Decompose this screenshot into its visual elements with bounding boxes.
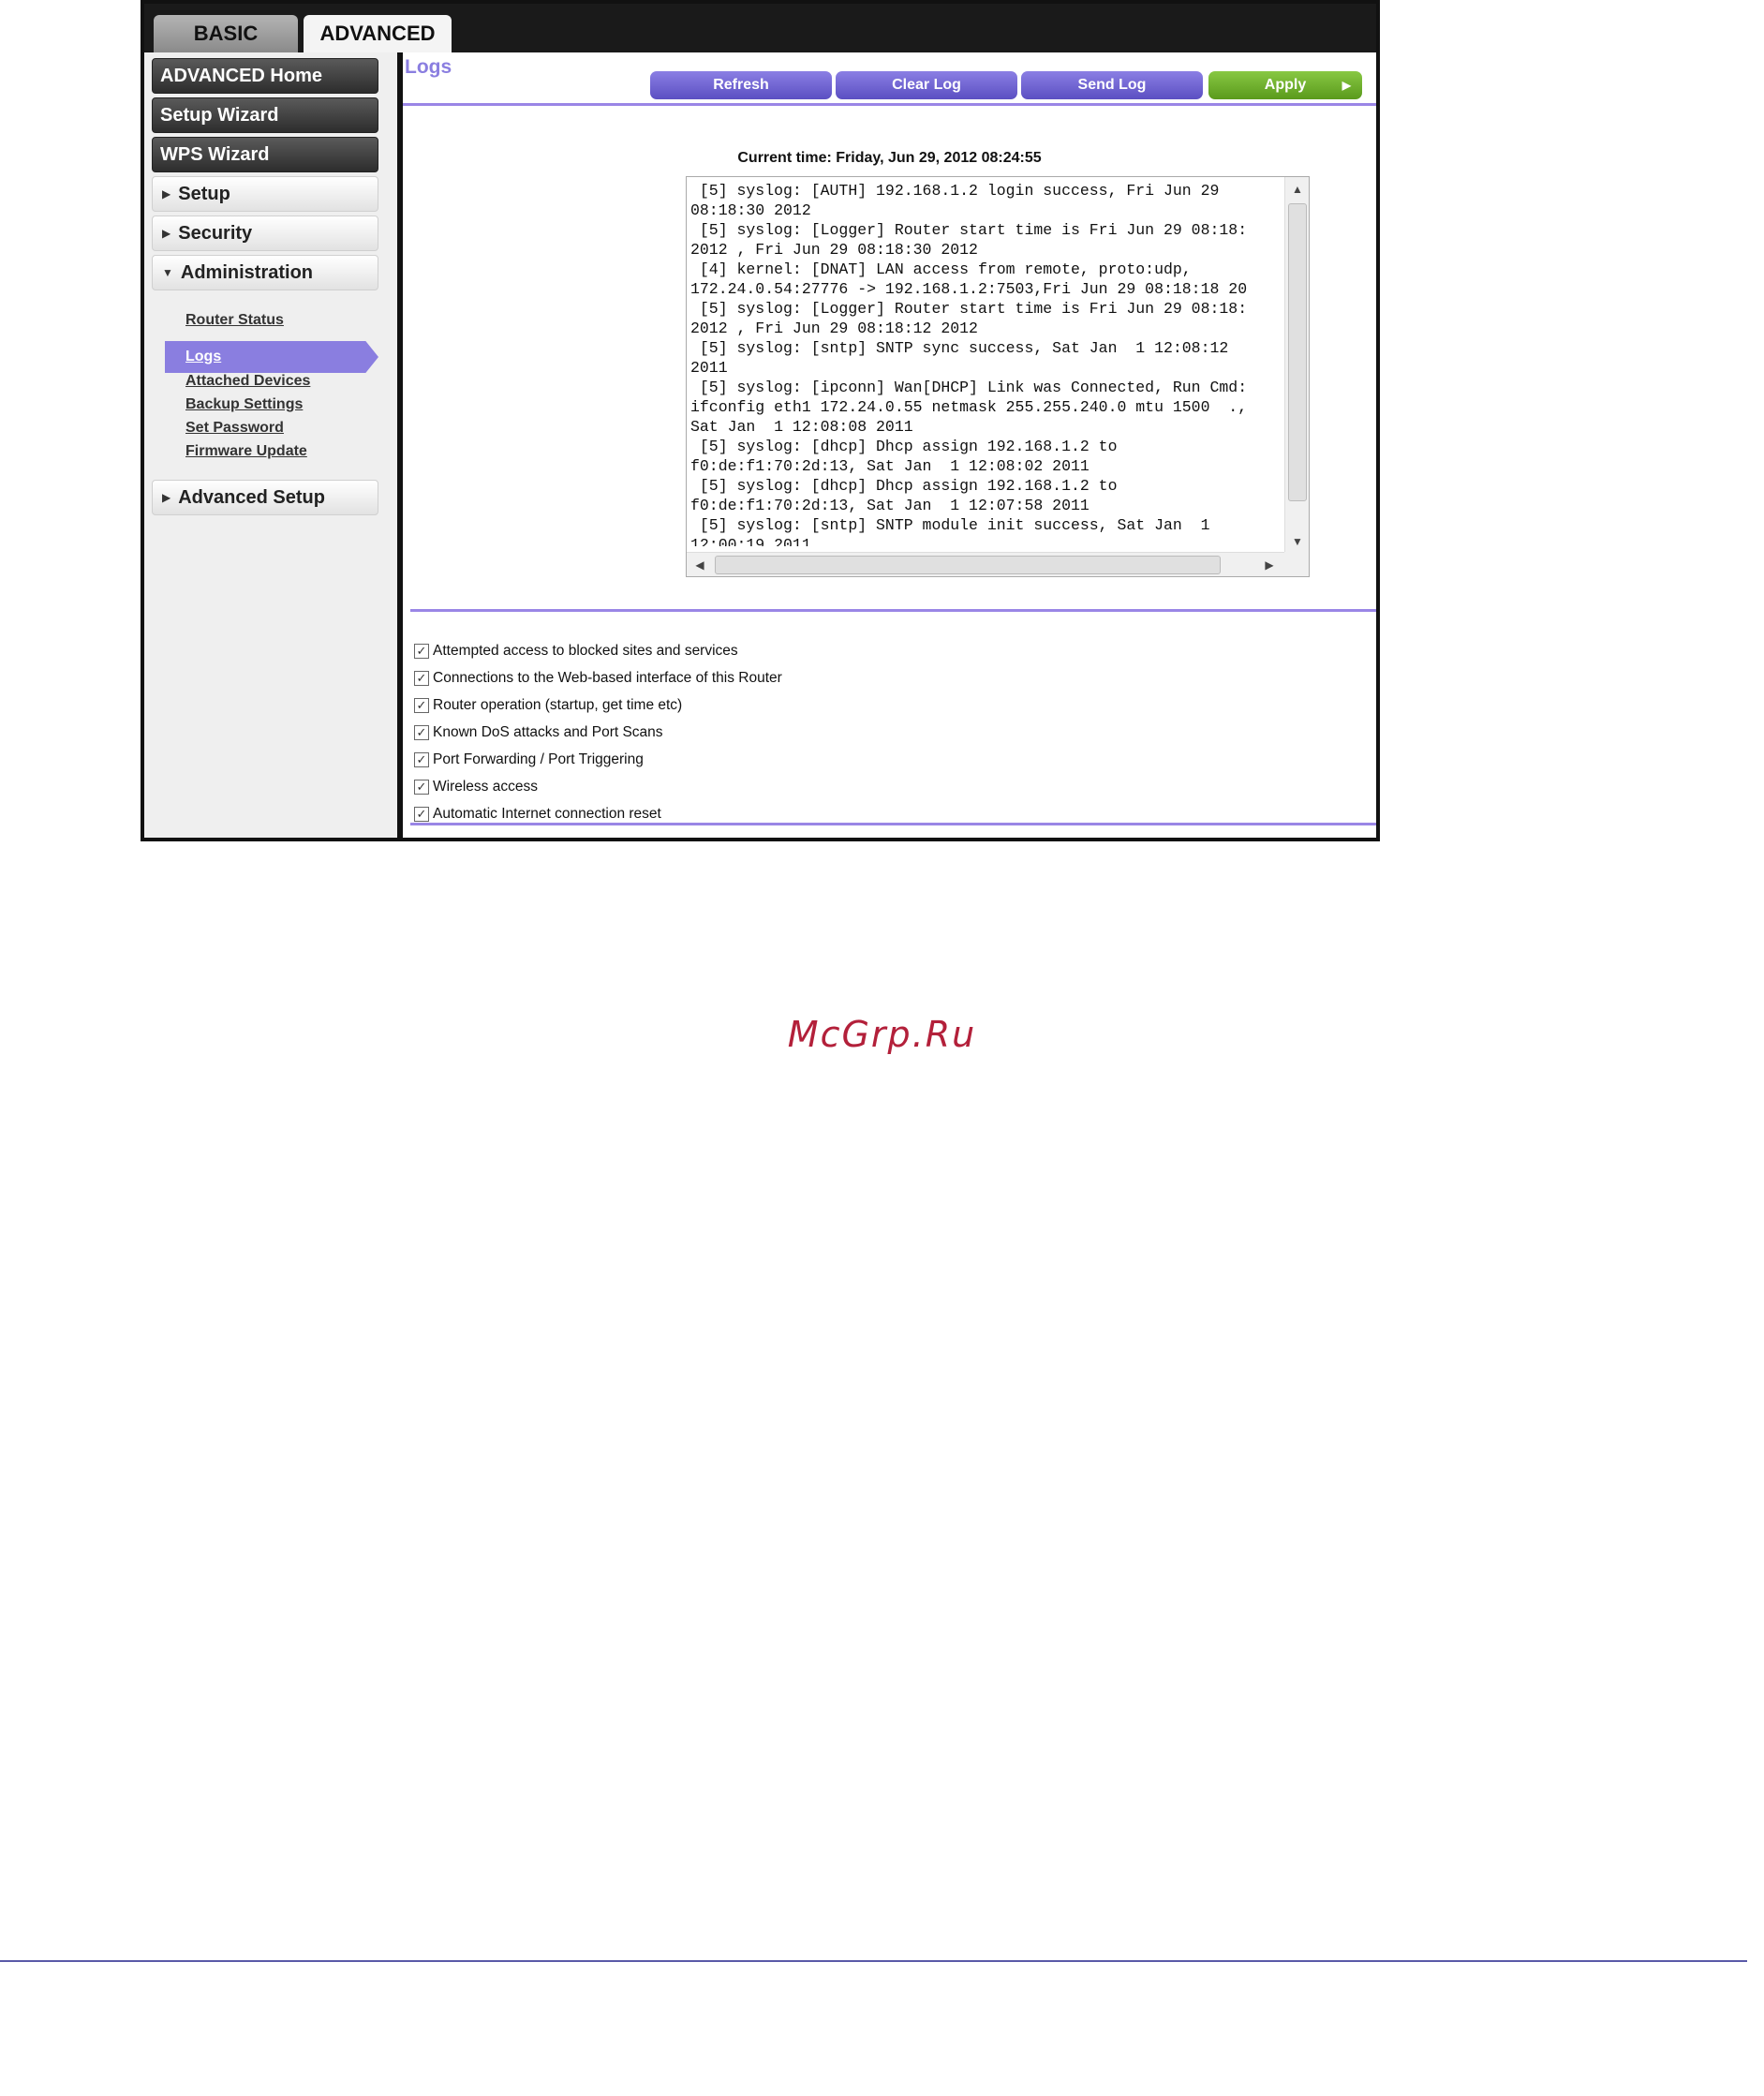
checkbox[interactable]: ✓ (414, 752, 429, 767)
log-line: ifconfig eth1 172.24.0.55 netmask 255.25… (690, 398, 1248, 416)
log-line: [4] kernel: [DNAT] LAN access from remot… (690, 260, 1192, 278)
log-line: [5] syslog: [Logger] Router start time i… (690, 221, 1248, 239)
log-option-row[interactable]: ✓ Wireless access (414, 777, 538, 797)
log-line: 172.24.0.54:27776 -> 192.168.1.2:7503,Fr… (690, 280, 1248, 298)
sidebar-item-security[interactable]: ▶ Security (152, 216, 378, 251)
log-line: [5] syslog: [Logger] Router start time i… (690, 300, 1248, 318)
sidebar-wps-wizard-button[interactable]: WPS Wizard (152, 137, 378, 172)
log-line: 2012 , Fri Jun 29 08:18:30 2012 (690, 241, 978, 259)
log-line: [5] syslog: [ipconn] Wan[DHCP] Link was … (690, 379, 1248, 396)
apply-button-label: Apply (1264, 77, 1307, 93)
vertical-scroll-thumb[interactable] (1288, 203, 1307, 501)
horizontal-scroll-thumb[interactable] (715, 556, 1221, 574)
log-line: f0:de:f1:70:2d:13, Sat Jan 1 12:07:58 20… (690, 497, 1090, 514)
log-option-row[interactable]: ✓ Attempted access to blocked sites and s… (414, 641, 738, 662)
page-divider (0, 1960, 1747, 1962)
sidebar-item-administration[interactable]: ▼ Administration (152, 255, 378, 290)
scroll-left-icon[interactable]: ◀ (690, 558, 709, 572)
log-line: Sat Jan 1 12:08:08 2011 (690, 418, 913, 436)
sidebar-item-advanced-setup[interactable]: ▶ Advanced Setup (152, 480, 378, 515)
sidebar: ADVANCED Home Setup Wizard WPS Wizard ▶ … (144, 52, 397, 838)
triangle-right-icon: ▶ (162, 187, 171, 201)
checkbox[interactable]: ✓ (414, 725, 429, 740)
sidebar-item-label: Advanced Setup (178, 486, 325, 508)
checkbox-label: Connections to the Web-based interface o… (433, 670, 782, 686)
log-divider (410, 609, 1376, 612)
submenu-logs-label[interactable]: Logs (185, 349, 221, 365)
log-line: f0:de:f1:70:2d:13, Sat Jan 1 12:08:02 20… (690, 457, 1090, 475)
checkbox[interactable]: ✓ (414, 807, 429, 822)
checkbox-label: Attempted access to blocked sites and se… (433, 643, 738, 659)
refresh-button[interactable]: Refresh (650, 71, 832, 99)
router-admin-window: BASIC ADVANCED ADVANCED Home Setup Wizar… (141, 0, 1380, 841)
log-option-row[interactable]: ✓ Known DoS attacks and Port Scans (414, 722, 663, 743)
checkbox[interactable]: ✓ (414, 644, 429, 659)
page-title: Logs (405, 56, 452, 78)
log-line: [5] syslog: [dhcp] Dhcp assign 192.168.1… (690, 477, 1118, 495)
submenu-firmware-update[interactable]: Firmware Update (185, 443, 307, 460)
current-time: Current time: Friday, Jun 29, 2012 08:24… (737, 150, 1042, 166)
horizontal-scrollbar[interactable]: ◀ ▶ (687, 552, 1286, 576)
log-line: 08:18:30 2012 (690, 201, 811, 219)
top-tab-bar: BASIC ADVANCED (144, 4, 1376, 52)
log-option-row[interactable]: ✓ Router operation (startup, get time etc… (414, 695, 682, 716)
log-line: 12:00:19 2011 (690, 536, 811, 546)
scroll-right-icon[interactable]: ▶ (1260, 558, 1279, 572)
apply-button[interactable]: Apply ▶ (1208, 71, 1362, 99)
log-option-row[interactable]: ✓ Port Forwarding / Port Triggering (414, 750, 644, 770)
checkbox-label: Wireless access (433, 779, 538, 795)
log-line: [5] syslog: [AUTH] 192.168.1.2 login suc… (690, 182, 1220, 200)
scroll-up-icon[interactable]: ▲ (1288, 183, 1307, 196)
vertical-scrollbar[interactable]: ▲ ▼ (1284, 177, 1309, 554)
checkbox[interactable]: ✓ (414, 780, 429, 795)
tab-basic[interactable]: BASIC (154, 15, 298, 52)
sidebar-item-setup[interactable]: ▶ Setup (152, 176, 378, 212)
sidebar-setup-wizard-button[interactable]: Setup Wizard (152, 97, 378, 133)
log-text: [5] syslog: [AUTH] 192.168.1.2 login suc… (690, 181, 1281, 546)
triangle-right-icon: ▶ (162, 491, 171, 504)
log-line: [5] syslog: [sntp] SNTP sync success, Sa… (690, 339, 1229, 357)
triangle-down-icon: ▼ (162, 266, 173, 279)
sidebar-advanced-home-button[interactable]: ADVANCED Home (152, 58, 378, 94)
play-arrow-icon: ▶ (1342, 79, 1351, 92)
log-option-row[interactable]: ✓ Connections to the Web-based interface … (414, 668, 782, 689)
watermark-text: McGrp.Ru (787, 1014, 977, 1055)
checkbox-label: Automatic Internet connection reset (433, 806, 661, 822)
log-line: 2011 (690, 359, 728, 377)
sidebar-item-label: Security (178, 222, 253, 244)
log-option-row[interactable]: ✓ Automatic Internet connection reset (414, 804, 661, 825)
clear-log-button[interactable]: Clear Log (836, 71, 1017, 99)
log-line: 2012 , Fri Jun 29 08:18:12 2012 (690, 320, 978, 337)
send-log-button[interactable]: Send Log (1021, 71, 1203, 99)
submenu-logs[interactable]: Logs (165, 341, 378, 373)
checkbox-label: Known DoS attacks and Port Scans (433, 724, 663, 740)
checkbox[interactable]: ✓ (414, 698, 429, 713)
checkbox-label: Router operation (startup, get time etc) (433, 697, 683, 713)
submenu-backup-settings[interactable]: Backup Settings (185, 396, 303, 413)
submenu-router-status[interactable]: Router Status (185, 312, 284, 329)
log-line: [5] syslog: [sntp] SNTP module init succ… (690, 516, 1210, 534)
triangle-right-icon: ▶ (162, 227, 171, 240)
footer-divider (410, 823, 1376, 825)
tab-advanced[interactable]: ADVANCED (304, 15, 452, 52)
log-line: [5] syslog: [dhcp] Dhcp assign 192.168.1… (690, 438, 1118, 455)
main-content: Logs Refresh Clear Log Send Log Apply ▶ … (403, 52, 1376, 838)
header-divider (403, 103, 1376, 106)
checkbox-label: Port Forwarding / Port Triggering (433, 751, 644, 767)
checkbox[interactable]: ✓ (414, 671, 429, 686)
sidebar-item-label: Administration (180, 261, 314, 283)
resize-grip-icon[interactable] (1284, 552, 1309, 576)
submenu-set-password[interactable]: Set Password (185, 420, 284, 437)
scroll-down-icon[interactable]: ▼ (1288, 535, 1307, 548)
log-textarea[interactable]: [5] syslog: [AUTH] 192.168.1.2 login suc… (686, 176, 1310, 577)
sidebar-item-label: Setup (178, 183, 230, 204)
submenu-attached-devices[interactable]: Attached Devices (185, 373, 310, 390)
